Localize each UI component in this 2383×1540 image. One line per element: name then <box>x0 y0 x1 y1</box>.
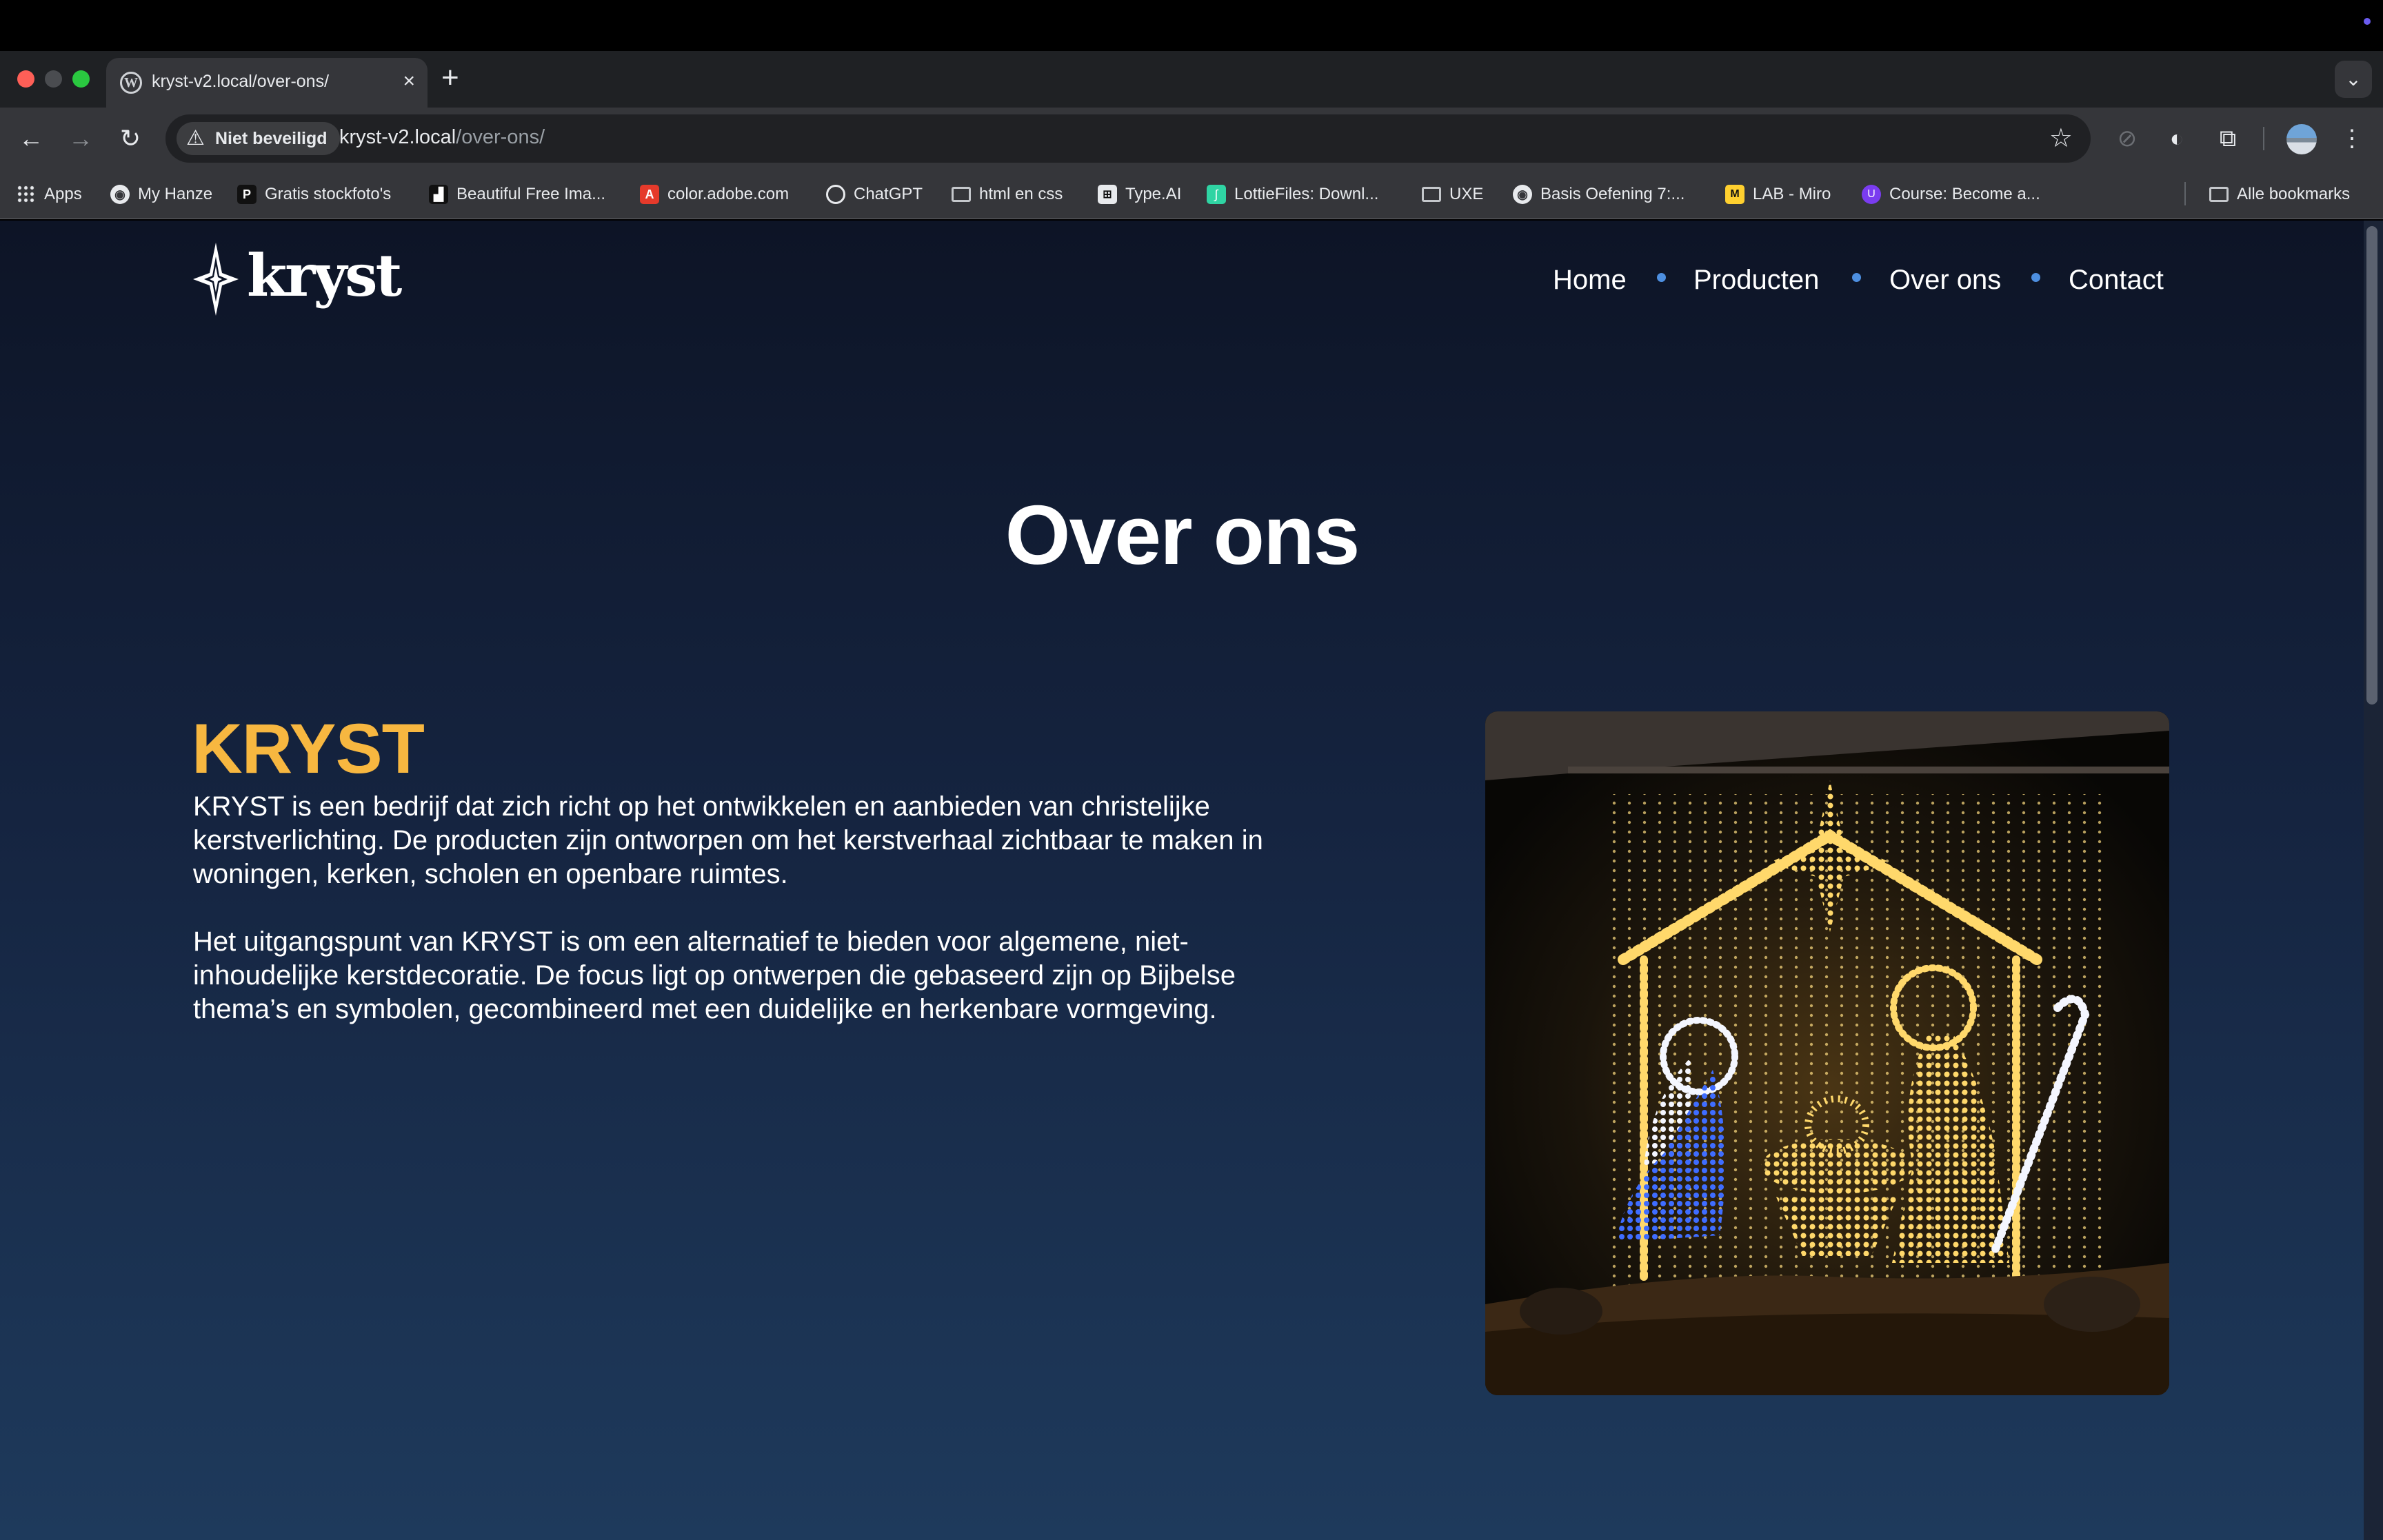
bookmark-label: Course: Become a... <box>1889 185 2040 203</box>
bookmark-chatgpt[interactable]: ChatGPT <box>826 181 923 208</box>
apps-grid-icon <box>17 185 36 204</box>
new-tab-button[interactable]: + <box>441 61 459 95</box>
zoom-window-button[interactable] <box>72 70 90 88</box>
bookmark-course[interactable]: U Course: Become a... <box>1862 181 2040 208</box>
chatgpt-icon <box>826 185 845 204</box>
folder-icon <box>1422 187 1441 202</box>
scrollbar-thumb[interactable] <box>2366 226 2377 705</box>
minimize-window-button[interactable] <box>45 70 62 88</box>
bookmark-apps[interactable]: Apps <box>17 181 82 208</box>
blocked-extension-icon[interactable]: ⊘ <box>2110 121 2144 156</box>
back-arrow-icon[interactable]: ← <box>14 121 48 156</box>
pexels-icon: P <box>237 185 257 204</box>
unsplash-icon: ▟ <box>429 185 448 204</box>
extensions-puzzle-icon[interactable]: ⧉ <box>2211 121 2245 156</box>
bookmark-unsplash[interactable]: ▟ Beautiful Free Ima... <box>429 181 605 208</box>
globe-icon: ◉ <box>110 185 130 204</box>
status-dot-icon <box>2364 18 2371 25</box>
nav-home[interactable]: Home <box>1553 259 1627 301</box>
nav-separator-dot <box>2031 273 2040 282</box>
miro-icon: M <box>1725 185 1744 204</box>
bookmark-label: Basis Oefening 7:... <box>1540 185 1685 203</box>
bookmark-label: Apps <box>44 185 82 203</box>
globe-icon: ◉ <box>1513 185 1532 204</box>
url-text[interactable]: kryst-v2.local/over-ons/ <box>339 126 545 149</box>
all-bookmarks-folder[interactable]: Alle bookmarks <box>2209 181 2350 208</box>
bookmark-label: UXE <box>1449 185 1484 203</box>
site-logo[interactable]: kryst <box>192 241 405 317</box>
nav-over-ons[interactable]: Over ons <box>1889 259 2001 301</box>
bookmark-basis-oefening[interactable]: ◉ Basis Oefening 7:... <box>1513 181 1685 208</box>
typeai-icon: ⊞ <box>1098 185 1117 204</box>
security-label: Niet beveiligd <box>215 129 328 148</box>
folder-icon <box>952 187 971 202</box>
bookmark-label: Type.AI <box>1125 185 1182 203</box>
tab-title: kryst-v2.local/over-ons/ <box>152 72 330 91</box>
bookmark-label: LAB - Miro <box>1753 185 1831 203</box>
bookmark-label: Beautiful Free Ima... <box>456 185 606 203</box>
page-title: Over ons <box>1005 488 1360 582</box>
about-paragraph-2: Het uitgangspunt van KRYST is om een alt… <box>193 926 1236 1024</box>
security-chip[interactable]: ⚠ Niet beveiligd <box>177 122 340 155</box>
forward-arrow-icon[interactable]: → <box>63 121 98 156</box>
wordpress-icon: W <box>120 72 142 94</box>
toolbar-divider <box>2263 127 2264 150</box>
bookmark-label: color.adobe.com <box>667 185 790 203</box>
bookmarks-divider <box>2184 182 2186 205</box>
bookmark-lottiefiles[interactable]: ∫ LottieFiles: Downl... <box>1207 181 1378 208</box>
bookmark-label: My Hanze <box>138 185 213 203</box>
os-menu-strip <box>0 0 2383 51</box>
all-bookmarks-label: Alle bookmarks <box>2237 185 2351 203</box>
bookmark-star-icon[interactable]: ☆ <box>2049 121 2073 156</box>
course-icon: U <box>1862 185 1881 204</box>
warning-icon: ⚠ <box>186 127 205 150</box>
nav-separator-dot <box>1657 273 1666 282</box>
bookmark-my-hanze[interactable]: ◉ My Hanze <box>110 181 212 208</box>
bookmark-pexels[interactable]: P Gratis stockfoto's <box>237 181 391 208</box>
close-tab-icon[interactable]: × <box>403 68 415 95</box>
tab-search-button[interactable]: ⌄ <box>2335 61 2372 98</box>
more-menu-icon[interactable]: ⋮ <box>2335 121 2369 156</box>
bookmark-label: LottieFiles: Downl... <box>1234 185 1379 203</box>
folder-icon <box>2209 187 2229 202</box>
address-bar[interactable]: ⚠ Niet beveiligd kryst-v2.local/over-ons… <box>165 114 2091 163</box>
adobe-icon: A <box>640 185 659 204</box>
url-host: kryst-v2.local <box>339 126 456 148</box>
bookmark-folder-html-css[interactable]: html en css <box>952 181 1063 208</box>
lottiefiles-icon: ∫ <box>1207 185 1226 204</box>
logo-wordmark: kryst <box>247 241 402 310</box>
bookmark-folder-uxe[interactable]: UXE <box>1422 181 1483 208</box>
reload-icon[interactable]: ↻ <box>113 121 148 156</box>
url-path: /over-ons/ <box>456 126 545 148</box>
dark-mode-extension-icon[interactable]: ◐ <box>2160 121 2194 156</box>
nav-contact[interactable]: Contact <box>2069 259 2164 301</box>
bookmark-typeai[interactable]: ⊞ Type.AI <box>1098 181 1181 208</box>
star-logo-icon <box>193 243 239 316</box>
nav-separator-dot <box>1852 273 1861 282</box>
brand-heading: KRYST <box>192 709 425 788</box>
profile-avatar[interactable] <box>2286 124 2317 154</box>
close-window-button[interactable] <box>17 70 34 88</box>
bookmark-label: html en css <box>979 185 1063 203</box>
nav-producten[interactable]: Producten <box>1693 259 1819 301</box>
bookmark-miro[interactable]: M LAB - Miro <box>1725 181 1831 208</box>
bookmark-adobe-color[interactable]: Acolor.adobe.com <box>640 181 789 208</box>
bookmark-label: ChatGPT <box>854 185 923 203</box>
bookmark-label: Gratis stockfoto's <box>265 185 392 203</box>
browser-tab[interactable]: W kryst-v2.local/over-ons/ × <box>106 58 428 108</box>
nativity-lights-photo <box>1485 711 2169 1395</box>
about-paragraph-1: KRYST is een bedrijf dat zich richt op h… <box>193 791 1263 889</box>
